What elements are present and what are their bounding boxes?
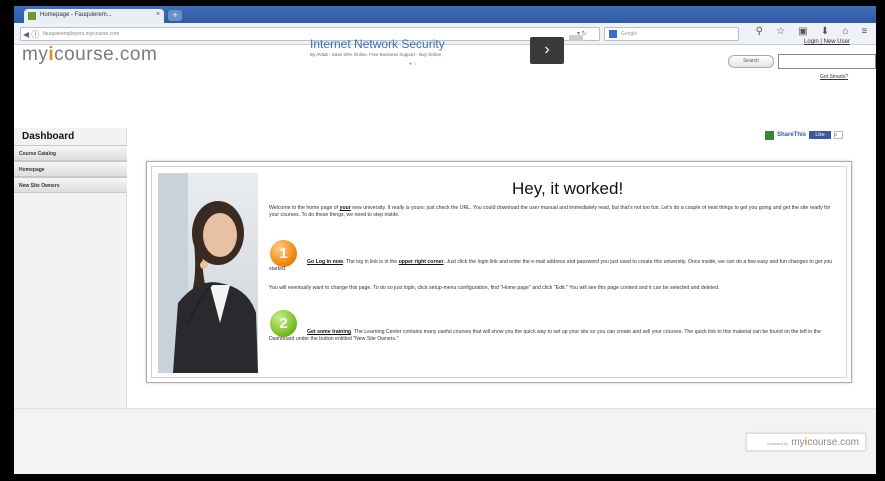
sharethis-icon[interactable]	[765, 130, 774, 140]
login-links: Login | New User	[804, 39, 850, 45]
site-logo[interactable]: myicourse.com	[22, 44, 157, 66]
facebook-like-button[interactable]: Like	[809, 131, 832, 139]
sidebar-item-new-site-owners[interactable]: New Site Owners	[14, 177, 127, 193]
welcome-panel-inner: Hey, it worked! Welcome to the home page…	[151, 166, 847, 378]
tab-title: Homepage - Fauquierem...	[40, 12, 112, 18]
sidebar-item-homepage[interactable]: Homepage	[14, 161, 127, 177]
logo-prefix: my	[22, 44, 49, 65]
menu-icon[interactable]: ≡	[862, 26, 868, 42]
logo-suffix: course.com	[54, 44, 158, 65]
welcome-panel: Hey, it worked! Welcome to the home page…	[146, 161, 852, 383]
intro-text-a: Welcome to the home page of	[269, 205, 340, 211]
dashboard-sidebar: Dashboard Course Catalog Homepage New Si…	[14, 128, 127, 408]
step-1-paragraph: Go Log in now. The log in link is in the…	[269, 259, 841, 273]
step-2-paragraph: Get some training. The Learning Center c…	[269, 329, 841, 343]
footer-brand-suffix: course.com	[807, 437, 859, 448]
browser-window: Homepage - Fauquierem... × + ◀ ⓘ fauquie…	[14, 6, 876, 474]
step-2-text: . The Learning Center contains many usef…	[269, 329, 821, 342]
like-count: 0	[834, 131, 844, 139]
step-1-text-a: . The log in link is in the	[343, 259, 399, 265]
navigation-bar: ◀ ⓘ fauquieremployers.myicourse.com ▾ ↻ …	[14, 23, 876, 45]
step-1-title[interactable]: Go Log in now	[307, 259, 343, 265]
sidebar-item-course-catalog[interactable]: Course Catalog	[14, 145, 127, 161]
favicon-icon	[28, 12, 36, 20]
got-smarts-link[interactable]: Got Smarts?	[820, 74, 848, 80]
sharethis-link[interactable]: ShareThis	[777, 132, 806, 138]
edit-page-paragraph: You will eventually want to change this …	[269, 285, 720, 291]
step-2-title[interactable]: Get some training	[307, 329, 351, 335]
dashboard-title: Dashboard	[22, 131, 75, 142]
upper-right-corner-text: upper right corner	[398, 259, 444, 265]
google-icon	[609, 30, 617, 38]
search-icon[interactable]: ⚲	[756, 26, 763, 42]
page-footer: powered by myicourse.com	[14, 408, 876, 474]
ad-pagination-dots[interactable]: ● ○	[409, 61, 416, 67]
new-tab-button[interactable]: +	[168, 10, 182, 21]
intro-text-c: new university. It really is yours: just…	[269, 205, 831, 218]
support-agent-photo	[158, 173, 258, 373]
intro-your: your	[339, 205, 351, 211]
ad-next-button[interactable]: ›	[530, 37, 564, 64]
share-bar: ShareThis Like 0	[765, 130, 844, 140]
new-user-link[interactable]: New User	[824, 39, 850, 45]
ad-choices-icon[interactable]	[569, 35, 583, 41]
page-heading: Hey, it worked!	[512, 179, 624, 198]
powered-by-text: powered by	[767, 441, 789, 446]
back-icon[interactable]: ◀ ⓘ	[23, 29, 39, 40]
ad-title[interactable]: Internet Network Security	[310, 37, 445, 51]
browser-search-placeholder: Google	[621, 31, 638, 37]
url-text: fauquieremployers.myicourse.com	[43, 31, 120, 37]
login-link[interactable]: Login	[804, 39, 819, 45]
ad-subtitle: By AV&B - Save 20% Online. Free Business…	[310, 52, 441, 57]
footer-brand-prefix: my	[791, 437, 805, 448]
star-icon[interactable]: ☆	[776, 26, 785, 42]
intro-paragraph: Welcome to the home page of your new uni…	[269, 205, 841, 219]
powered-by-badge[interactable]: powered by myicourse.com	[746, 433, 866, 451]
browser-search-box[interactable]: Google	[604, 27, 739, 41]
close-tab-icon[interactable]: ×	[156, 11, 160, 18]
tab-bar: Homepage - Fauquierem... × +	[14, 6, 876, 23]
site-search-button[interactable]: Search	[728, 55, 774, 68]
site-search-input[interactable]	[778, 54, 876, 69]
tab-homepage[interactable]: Homepage - Fauquierem... ×	[24, 9, 164, 23]
